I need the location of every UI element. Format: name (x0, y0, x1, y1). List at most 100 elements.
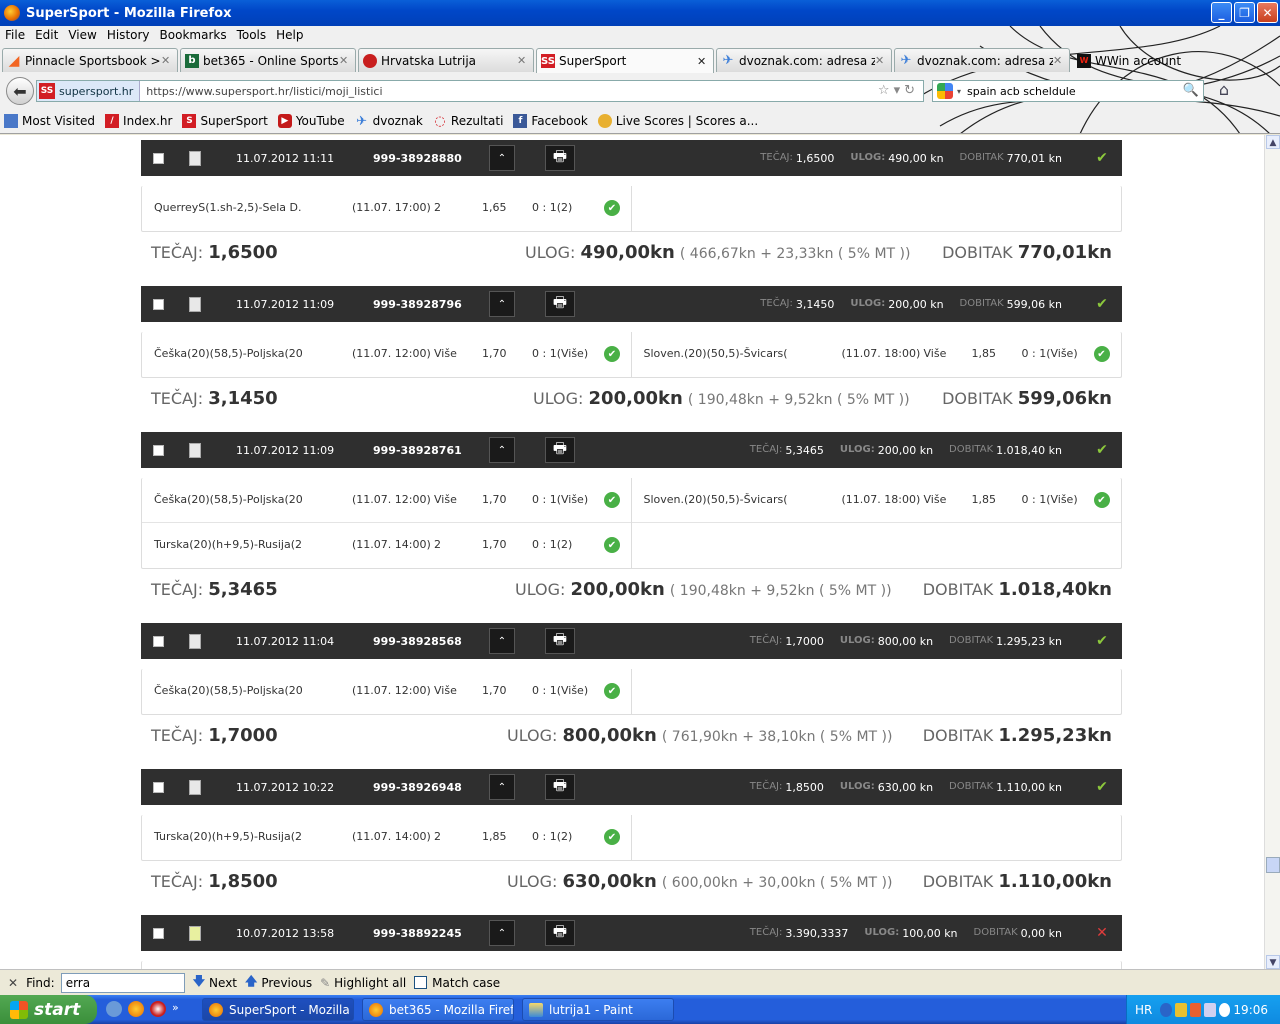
site-identity-button[interactable]: SS supersport.hr (37, 81, 141, 101)
language-indicator[interactable]: HR (1135, 1003, 1152, 1017)
ticket-checkbox[interactable] (153, 636, 164, 647)
engine-dropdown-icon[interactable]: ▾ (957, 87, 961, 96)
bookmark-most-visited[interactable]: Most Visited (4, 114, 95, 128)
document-icon[interactable] (189, 151, 201, 166)
bookmark-dvoznak[interactable]: ✈ dvoznak (355, 114, 423, 129)
chevron-right-icon[interactable]: » (172, 1001, 182, 1017)
tab-close-icon[interactable]: ✕ (339, 54, 351, 67)
url-text[interactable]: https://www.supersport.hr/listici/moji_l… (140, 85, 382, 98)
document-icon[interactable] (189, 443, 201, 458)
tab-dvoznak-2[interactable]: ✈ dvoznak.com: adresa za p... ✕ (894, 48, 1070, 72)
bookmark-live-scores[interactable]: Live Scores | Scores a... (597, 114, 758, 128)
tab-close-icon[interactable]: ✕ (517, 54, 529, 67)
print-icon[interactable]: 🖶 (545, 920, 575, 946)
ticket-checkbox[interactable] (153, 782, 164, 793)
print-icon[interactable]: 🖶 (545, 291, 575, 317)
collapse-icon[interactable]: ⌃ (489, 437, 515, 463)
url-bar[interactable]: SS supersport.hr https://www.supersport.… (36, 80, 924, 102)
tab-close-icon[interactable]: ✕ (161, 54, 173, 67)
summary-odds: TEČAJ: 1,8500 (151, 871, 278, 892)
start-button[interactable]: start (0, 995, 97, 1024)
tab-bet365[interactable]: b bet365 - Online Sports Be... ✕ (180, 48, 356, 72)
summary-odds: TEČAJ: 5,3465 (151, 579, 278, 600)
bookmark-facebook[interactable]: f Facebook (513, 114, 588, 128)
close-find-icon[interactable]: ✕ (8, 976, 18, 990)
document-icon[interactable] (189, 926, 201, 941)
match-case-toggle[interactable]: Match case (414, 976, 500, 990)
match-case-checkbox[interactable] (414, 976, 428, 989)
collapse-icon[interactable]: ⌃ (489, 774, 515, 800)
tab-wwin[interactable]: W WWin account (1072, 48, 1248, 72)
find-next-button[interactable]: 🡇 Next (193, 972, 237, 993)
collapse-icon[interactable]: ⌃ (489, 145, 515, 171)
ie-quicklaunch-icon[interactable] (106, 1001, 122, 1017)
menu-view[interactable]: View (63, 28, 101, 46)
selection-match: Sloven.(20)(50,5)-Švicars( (643, 493, 788, 506)
google-icon[interactable] (937, 83, 953, 99)
menu-file[interactable]: File (0, 28, 30, 46)
document-icon[interactable] (189, 780, 201, 795)
info-icon[interactable] (1218, 1002, 1231, 1017)
bookmark-supersport[interactable]: S SuperSport (182, 114, 268, 128)
tab-hrvatska-lutrija[interactable]: Hrvatska Lutrija ✕ (358, 48, 534, 72)
find-input[interactable]: erra (60, 972, 185, 993)
network-icon[interactable] (1204, 1002, 1216, 1017)
print-icon[interactable]: 🖶 (545, 628, 575, 654)
collapse-icon[interactable]: ⌃ (489, 628, 515, 654)
tab-supersport[interactable]: SS SuperSport ✕ (536, 48, 714, 73)
scrollbar-thumb[interactable] (1266, 857, 1280, 873)
bookmark-star-icon[interactable]: ☆ (878, 83, 894, 98)
most-visited-icon (4, 114, 18, 128)
document-icon[interactable] (189, 634, 201, 649)
collapse-icon[interactable]: ⌃ (489, 920, 515, 946)
history-dropdown-icon[interactable]: ▾ (894, 83, 905, 98)
ticket-checkbox[interactable] (153, 445, 164, 456)
home-icon[interactable]: ⌂ (1212, 80, 1236, 102)
minimize-button[interactable]: _ (1211, 2, 1232, 23)
bookmark-youtube[interactable]: ▶ YouTube (277, 114, 345, 128)
collapse-icon[interactable]: ⌃ (489, 291, 515, 317)
security-icon[interactable] (1189, 1002, 1202, 1017)
close-window-button[interactable]: ✕ (1257, 2, 1278, 23)
warning-icon[interactable] (1174, 1002, 1187, 1017)
reload-icon[interactable]: ↻ (904, 83, 919, 98)
menu-tools[interactable]: Tools (232, 28, 272, 46)
ticket-checkbox[interactable] (153, 928, 164, 939)
ticket-checkbox[interactable] (153, 153, 164, 164)
tray-arrow-icon[interactable] (1160, 1002, 1172, 1017)
search-input[interactable]: spain acb scheldule (967, 85, 1076, 98)
bookmark-rezultati[interactable]: ◌ Rezultati (433, 114, 503, 129)
find-previous-button[interactable]: 🡅 Previous (245, 972, 312, 993)
menu-help[interactable]: Help (271, 28, 308, 46)
ticket-checkbox[interactable] (153, 299, 164, 310)
back-button[interactable]: ⬅ (6, 77, 34, 105)
print-icon[interactable]: 🖶 (545, 145, 575, 171)
tab-pinnacle[interactable]: ◢ Pinnacle Sportsbook > Onl... ✕ (2, 48, 178, 72)
tab-dvoznak-1[interactable]: ✈ dvoznak.com: adresa za p... ✕ (716, 48, 892, 72)
maximize-button[interactable]: ❐ (1234, 2, 1255, 23)
tab-close-icon[interactable]: ✕ (875, 54, 887, 67)
chrome-quicklaunch-icon[interactable] (150, 1001, 166, 1017)
menu-history[interactable]: History (102, 28, 155, 46)
document-icon[interactable] (189, 297, 201, 312)
task-supersport-firefox[interactable]: SuperSport - Mozilla F... (202, 998, 354, 1021)
search-icon[interactable]: 🔍 (1183, 83, 1199, 98)
print-icon[interactable]: 🖶 (545, 774, 575, 800)
bookmark-index-hr[interactable]: / Index.hr (105, 114, 172, 128)
quick-launch: » (106, 1001, 182, 1017)
header-payout: 1.110,00 kn (996, 781, 1062, 794)
win-check-icon: ✔ (1096, 442, 1108, 458)
scroll-down-icon[interactable]: ▼ (1266, 955, 1280, 969)
highlight-all-button[interactable]: ✎ Highlight all (320, 976, 406, 990)
tab-close-icon[interactable]: ✕ (1053, 54, 1065, 67)
scroll-up-icon[interactable]: ▲ (1266, 135, 1280, 149)
task-bet365-firefox[interactable]: bet365 - Mozilla Firefox (362, 998, 514, 1021)
task-paint[interactable]: lutrija1 - Paint (522, 998, 674, 1021)
menu-edit[interactable]: Edit (30, 28, 63, 46)
firefox-quicklaunch-icon[interactable] (128, 1001, 144, 1017)
menu-bookmarks[interactable]: Bookmarks (155, 28, 232, 46)
print-icon[interactable]: 🖶 (545, 437, 575, 463)
page-scrollbar[interactable]: ▲ ▼ (1264, 135, 1280, 969)
tab-close-icon[interactable]: ✕ (697, 55, 709, 68)
search-box[interactable]: ▾ spain acb scheldule 🔍 (932, 80, 1204, 102)
